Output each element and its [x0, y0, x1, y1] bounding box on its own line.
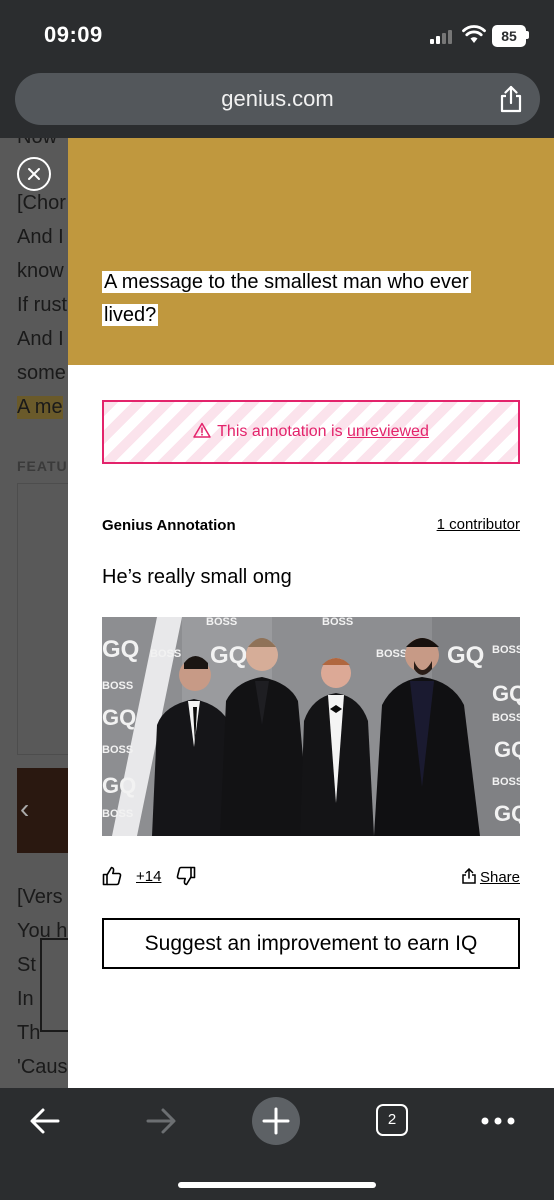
boss-logo: BOSS — [376, 648, 407, 660]
forward-arrow-icon[interactable] — [144, 1106, 178, 1136]
band-photo: GQ GQ GQ GQ GQ GQ GQ GQ BOSS BOSS BOSS B… — [102, 617, 520, 836]
status-time: 09:09 — [44, 22, 103, 47]
home-indicator — [178, 1182, 376, 1188]
gq-logo: GQ — [102, 705, 136, 730]
new-tab-button[interactable] — [252, 1097, 300, 1145]
annotated-lyric: A message to the smallest man who ever l… — [102, 266, 522, 332]
annotated-lyric-text: A message to the smallest man who ever l… — [102, 271, 471, 326]
lyric-line: [Vers — [17, 886, 63, 908]
annotation-photo: GQ GQ GQ GQ GQ GQ GQ GQ BOSS BOSS BOSS B… — [102, 617, 520, 836]
url-text[interactable]: genius.com — [15, 86, 540, 112]
lyric-line: know — [17, 260, 64, 282]
share-icon — [462, 868, 476, 884]
thumbs-up-icon[interactable] — [102, 866, 122, 886]
chevron-left-icon: ‹ — [20, 793, 30, 824]
annotation-panel: A message to the smallest man who ever l… — [68, 138, 554, 1088]
lyric-line: If rust — [17, 294, 68, 316]
boss-logo: BOSS — [492, 644, 520, 656]
vote-count[interactable]: +14 — [136, 868, 161, 885]
share-icon[interactable] — [495, 83, 527, 115]
battery-indicator: 85 — [492, 25, 526, 47]
boss-logo: BOSS — [102, 808, 133, 820]
share-label: Share — [479, 869, 520, 886]
lyric-line: 'Caus — [17, 1056, 68, 1078]
unreviewed-link[interactable]: unreviewed — [347, 423, 429, 440]
lyric-line-highlighted: A me — [17, 396, 63, 419]
lyric-line: And I — [17, 226, 64, 248]
gq-logo: GQ — [102, 773, 136, 798]
gq-logo: GQ — [494, 737, 520, 762]
more-options-icon[interactable] — [480, 1116, 516, 1126]
gq-logo: GQ — [102, 636, 139, 663]
lyric-line: Now — [17, 138, 57, 149]
lyric-line: Th — [17, 1022, 41, 1044]
wifi-icon — [462, 25, 486, 43]
boss-logo: BOSS — [102, 680, 133, 692]
annotation-label: Genius Annotation — [102, 517, 236, 534]
boss-logo: BOSS — [102, 744, 133, 756]
featured-label: FEATU — [17, 458, 68, 474]
cellular-signal-icon — [430, 28, 456, 44]
lyric-line: In — [17, 988, 34, 1010]
lyric-line: some — [17, 362, 66, 384]
thumbs-down-icon[interactable] — [176, 866, 196, 886]
gq-logo: GQ — [210, 642, 247, 669]
lyric-line: And I — [17, 328, 64, 350]
suggest-improvement-button[interactable]: Suggest an improvement to earn IQ — [102, 918, 520, 969]
boss-logo: BOSS — [492, 712, 520, 724]
lyric-line: [Chor — [17, 192, 66, 214]
browser-toolbar: 2 — [0, 1088, 554, 1200]
contributors-link[interactable]: 1 contributor — [437, 516, 520, 533]
close-annotation-button[interactable] — [17, 157, 51, 191]
plus-icon — [262, 1107, 290, 1135]
annotation-header: A message to the smallest man who ever l… — [68, 138, 554, 365]
boss-logo: BOSS — [150, 648, 181, 660]
gq-logo: GQ — [492, 681, 520, 706]
address-bar[interactable]: genius.com — [15, 73, 540, 125]
close-icon — [28, 168, 40, 180]
share-button[interactable]: Share — [462, 868, 520, 886]
battery-tip — [526, 31, 529, 39]
annotation-body: He’s really small omg — [102, 566, 292, 588]
status-bar: 09:09 85 — [0, 0, 554, 66]
lyric-line: St — [17, 954, 36, 976]
gq-logo: GQ — [447, 642, 484, 669]
gq-logo: GQ — [494, 801, 520, 826]
boss-logo: BOSS — [492, 776, 520, 788]
unreviewed-banner: This annotation is unreviewed — [102, 400, 520, 464]
vote-row: +14 Share — [102, 866, 520, 888]
tab-switcher-button[interactable]: 2 — [376, 1104, 408, 1136]
boss-logo: BOSS — [206, 617, 237, 628]
unreviewed-text: This annotation is — [217, 423, 348, 440]
warning-icon — [193, 423, 211, 439]
boss-logo: BOSS — [322, 617, 353, 628]
back-arrow-icon[interactable] — [28, 1106, 62, 1136]
